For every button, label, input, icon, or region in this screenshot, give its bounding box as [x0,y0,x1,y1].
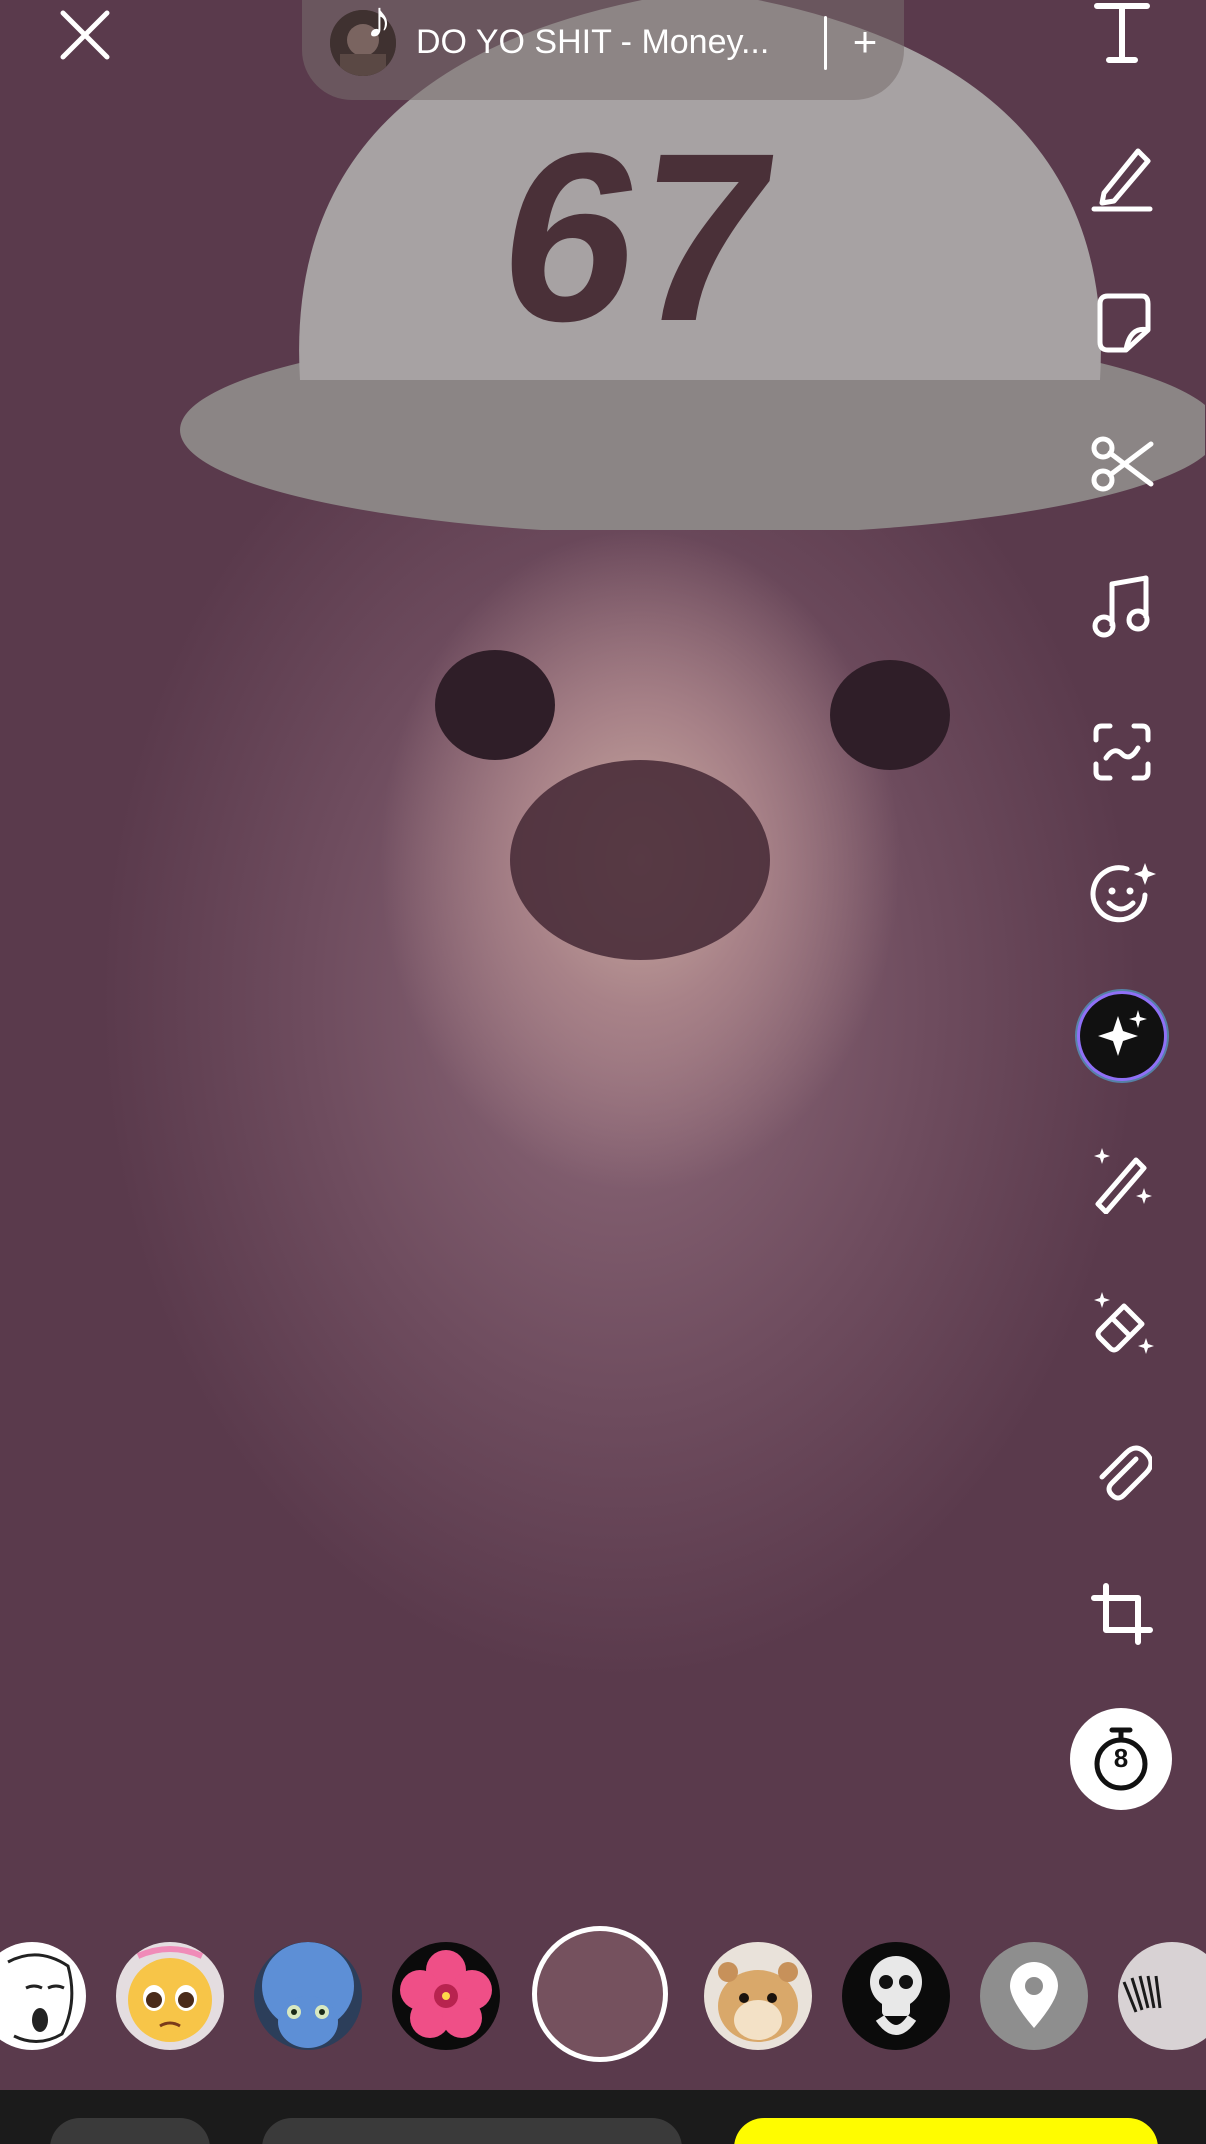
magic-eraser-icon [1094,1292,1154,1354]
lens-hibiscus[interactable] [392,1942,500,2050]
lens-skull[interactable] [842,1942,950,2050]
music-tool-button[interactable] [1082,566,1162,646]
dog-nose [510,760,770,960]
sparkle-icon [1098,1010,1147,1056]
ai-sparkle-glyph [1080,994,1164,1078]
crop-tool-button[interactable] [1082,1574,1162,1654]
close-button[interactable] [50,0,120,70]
lens-pleading-emoji[interactable] [116,1942,224,2050]
text-icon [1094,3,1150,63]
paperclip-icon [1099,1445,1152,1501]
svg-text:67: 67 [486,104,791,372]
smiley-sparkle-icon [1090,863,1156,923]
hamster-icon [704,1942,812,2050]
lens-hamster[interactable] [704,1942,812,2050]
music-title[interactable]: DO YO SHIT - Money... [416,18,796,66]
capture-ring-button[interactable] [532,1926,668,2062]
music-divider [824,16,827,70]
dog-eye-left [435,650,555,760]
add-music-button[interactable]: + [840,14,890,70]
megamind-icon [254,1942,362,2050]
lens-megamind[interactable] [254,1942,362,2050]
music-note-icon: ♪ [366,0,392,49]
draw-tool-button[interactable] [1082,138,1162,218]
lens-location[interactable] [980,1942,1088,2050]
crop-icon [1091,1583,1153,1645]
scan-tool-button[interactable] [1082,712,1162,792]
pleading-face-icon [116,1942,224,2050]
snap-editor: 67 ♪ DO YO SHIT - Money... + 8 [0,0,1206,2144]
magic-wand-icon [1094,1148,1152,1214]
text-tool-button[interactable] [1082,0,1162,64]
bottom-save-button[interactable] [50,2118,210,2144]
bottom-story-button[interactable] [262,2118,682,2144]
attach-link-tool-button[interactable] [1082,1430,1162,1510]
sticker-tool-button[interactable] [1082,282,1162,362]
scissors-tool-button[interactable] [1082,424,1162,504]
emoji-tool-button[interactable] [1082,854,1162,934]
dog-eye-right [830,660,950,770]
music-note-tool-icon [1092,575,1150,638]
photo-preview: 67 [0,0,1206,2090]
pencil-icon [1091,148,1153,212]
sticker-icon [1097,293,1151,353]
close-icon [60,10,110,60]
send-to-button[interactable] [734,2118,1158,2144]
hibiscus-flower-icon [392,1942,500,2050]
timer-value: 8 [1113,1743,1129,1773]
magic-wand-tool-button[interactable] [1082,1140,1162,1220]
scissors-icon [1091,436,1154,492]
scan-icon [1093,723,1151,781]
skull-icon [842,1942,950,2050]
magic-eraser-tool-button[interactable] [1082,1284,1162,1364]
location-pin-icon [980,1942,1088,2050]
